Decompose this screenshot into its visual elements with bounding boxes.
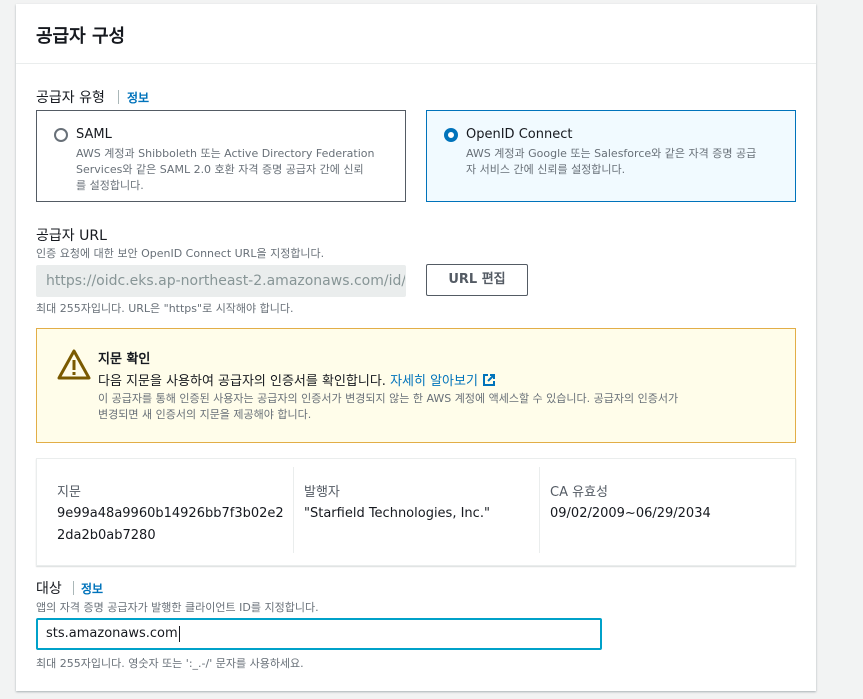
label-separator	[73, 581, 74, 595]
option-saml-tile[interactable]: SAML AWS 계정과 Shibboleth 또는 Active Direct…	[36, 110, 406, 202]
saml-description: AWS 계정과 Shibboleth 또는 Active Directory F…	[76, 147, 375, 192]
provider-config-panel: 공급자 구성 공급자 유형 정보 SAML AWS 계정과 Shibboleth…	[16, 4, 816, 691]
provider-type-info-link[interactable]: 정보	[127, 89, 149, 106]
alert-title: 지문 확인	[98, 352, 151, 367]
alert-text: 다음 지문을 사용하여 공급자의 인증서를 확인합니다. 자세히 알아보기	[98, 370, 496, 389]
issuer-key: 발행자	[304, 485, 340, 500]
label-separator	[118, 90, 119, 104]
issuer-value: "Starfield Technologies, Inc."	[304, 506, 490, 521]
audience-info-link[interactable]: 정보	[81, 580, 103, 597]
thumbprint-alert: 지문 확인 다음 지문을 사용하여 공급자의 인증서를 확인합니다. 자세히 알…	[36, 328, 796, 443]
thumbprint-value: 9e99a48a9960b14926bb7f3b02e2 2da2b0ab728…	[57, 506, 284, 543]
oidc-description: AWS 계정과 Google 또는 Salesforce와 같은 자격 증명 공…	[466, 147, 757, 176]
audience-label: 대상	[36, 581, 62, 597]
audience-description: 앱의 자격 증명 공급자가 발행한 클라이언트 ID를 지정합니다.	[36, 601, 319, 614]
oidc-title: OpenID Connect	[466, 127, 573, 142]
column-divider	[293, 467, 294, 553]
panel-header: 공급자 구성	[16, 4, 816, 64]
audience-hint: 최대 255자입니다. 영숫자 또는 ':_.-/' 문자를 사용하세요.	[36, 657, 304, 670]
provider-url-hint: 최대 255자입니다. URL은 "https"로 시작해야 합니다.	[36, 302, 294, 315]
audience-input[interactable]: sts.amazonaws.com	[36, 618, 602, 650]
saml-title: SAML	[76, 127, 112, 142]
external-link-icon[interactable]	[482, 373, 496, 387]
provider-url-input[interactable]: https://oidc.eks.ap-northeast-2.amazonaw…	[36, 265, 406, 297]
thumbprint-details: 지문 9e99a48a9960b14926bb7f3b02e2 2da2b0ab…	[36, 458, 796, 566]
thumbprint-key: 지문	[57, 485, 81, 500]
ca-validity-key: CA 유효성	[550, 485, 608, 500]
provider-type-label: 공급자 유형	[36, 90, 105, 106]
provider-url-description: 인증 요청에 대한 보안 OpenID Connect URL을 지정합니다.	[36, 247, 325, 260]
text-caret	[178, 625, 180, 642]
saml-radio[interactable]	[54, 128, 68, 142]
ca-validity-value: 09/02/2009~06/29/2034	[550, 506, 711, 521]
column-divider	[539, 467, 540, 553]
edit-url-button[interactable]: URL 편집	[426, 264, 528, 296]
panel-title: 공급자 구성	[36, 26, 126, 47]
provider-url-label: 공급자 URL	[36, 228, 107, 244]
alert-description: 이 공급자를 통해 인증된 사용자는 공급자의 인증서가 변경되지 않는 한 A…	[98, 392, 679, 421]
learn-more-link[interactable]: 자세히 알아보기	[390, 374, 478, 389]
oidc-radio[interactable]	[444, 128, 458, 142]
warning-icon	[57, 349, 91, 380]
option-oidc-tile[interactable]: OpenID Connect AWS 계정과 Google 또는 Salesfo…	[426, 110, 796, 202]
